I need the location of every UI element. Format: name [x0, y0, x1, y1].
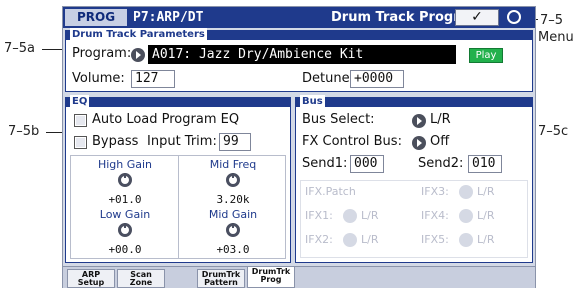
ifx-patch-group: IFX.Patch IFX3: L/R IFX1: L/R IFX4: L/R … — [300, 180, 528, 258]
play-button[interactable]: Play — [469, 48, 503, 63]
drum-track-leader-line — [42, 49, 64, 50]
tab-label-line2: Setup — [77, 278, 105, 287]
low-gain-control[interactable]: Low Gain +00.0 — [71, 208, 179, 258]
ifx4-label: IFX4: — [421, 209, 449, 222]
volume-field[interactable]: 127 — [131, 70, 175, 88]
ifx2-select-icon — [343, 233, 357, 247]
program-field[interactable]: A017: Jazz Dry/Ambience Kit — [148, 45, 456, 64]
drum-track-panel-header: Drum Track Parameters — [66, 28, 532, 41]
tab-label-line2: Prog — [260, 275, 282, 284]
bypass-label: Bypass — [92, 134, 139, 149]
send2-label: Send2: — [418, 156, 464, 171]
input-trim-field[interactable]: 99 — [219, 133, 251, 151]
eq-panel-header: EQ — [66, 95, 290, 108]
mid-gain-label: Mid Gain — [208, 208, 258, 221]
ifx5-select-icon — [459, 233, 473, 247]
auto-load-eq-label: Auto Load Program EQ — [92, 112, 240, 127]
title-bar: PROG P7:ARP/DT Drum Track Program ✓ — [63, 7, 535, 28]
low-gain-knob-icon[interactable] — [118, 223, 132, 237]
detune-label: Detune: — [302, 71, 354, 86]
tab-label-line2: Pattern — [204, 278, 238, 287]
bypass-checkbox[interactable] — [74, 136, 87, 149]
tab-drumtrk-pattern[interactable]: DrumTrk Pattern — [197, 269, 245, 288]
bus-panel: Bus Bus Select: L/R FX Control Bus: Off … — [295, 95, 533, 263]
send1-label: Send1: — [302, 156, 348, 171]
drum-track-ref-label: 7–5a — [4, 41, 36, 56]
chevron-down-icon: ✓ — [471, 9, 483, 25]
touch-screen: PROG P7:ARP/DT Drum Track Program ✓ Drum… — [62, 6, 536, 288]
ifx3-select-icon — [459, 185, 473, 199]
ifx3-value: L/R — [477, 185, 495, 198]
mid-freq-label: Mid Freq — [209, 158, 257, 171]
tab-scan-zone[interactable]: Scan Zone — [117, 269, 165, 288]
eq-section-label: EQ — [70, 95, 90, 108]
eq-ref-label: 7–5b — [8, 124, 40, 139]
bus-section-label: Bus — [300, 95, 325, 108]
ifx1-select-icon — [343, 209, 357, 223]
high-gain-label: High Gain — [97, 158, 153, 171]
fx-control-bus-value[interactable]: Off — [430, 134, 449, 149]
program-label: Program: — [72, 46, 132, 61]
high-gain-control[interactable]: High Gain +01.0 — [71, 158, 179, 208]
bus-ref-label: 7–5c — [538, 124, 569, 139]
tab-arp-setup[interactable]: ARP Setup — [67, 269, 115, 288]
mode-indicator[interactable]: PROG — [65, 9, 127, 26]
bus-select-arrow-icon[interactable] — [412, 114, 426, 128]
eq-panel: EQ Auto Load Program EQ Bypass Input Tri… — [65, 95, 291, 263]
ifx-patch-label: IFX.Patch — [305, 185, 356, 198]
volume-label: Volume: — [72, 71, 125, 86]
fx-control-bus-arrow-icon[interactable] — [412, 136, 426, 150]
page-name[interactable]: P7:ARP/DT — [133, 10, 203, 25]
ifx2-value: L/R — [361, 233, 379, 246]
eq-knob-grid: High Gain +01.0 Mid Freq 3.20k Low Gain … — [70, 155, 286, 259]
input-trim-label: Input Trim: — [147, 134, 217, 149]
ifx5-label: IFX5: — [421, 233, 449, 246]
ifx4-value: L/R — [477, 209, 495, 222]
drum-track-panel: Drum Track Parameters Program: A017: Jaz… — [65, 28, 533, 92]
mid-gain-value: +03.0 — [216, 243, 250, 256]
ifx5-value: L/R — [477, 233, 495, 246]
send1-field[interactable]: 000 — [350, 155, 384, 173]
menu-caption: Menu — [538, 30, 574, 45]
menu-ref-label: 7–5 — [540, 13, 564, 28]
bus-select-label: Bus Select: — [302, 112, 375, 127]
ifx1-label: IFX1: — [305, 209, 333, 222]
page-tab-bar: ARP Setup Scan Zone DrumTrk Pattern Drum… — [63, 266, 535, 288]
mid-gain-knob-icon[interactable] — [226, 223, 240, 237]
drum-track-section-label: Drum Track Parameters — [70, 28, 207, 41]
high-gain-knob-icon[interactable] — [118, 173, 132, 187]
high-gain-value: +01.0 — [108, 193, 142, 206]
ifx4-select-icon — [459, 209, 473, 223]
menu-ring-icon — [507, 10, 521, 24]
mid-freq-value: 3.20k — [216, 193, 250, 206]
tab-label-line2: Zone — [129, 278, 153, 287]
bus-select-value[interactable]: L/R — [430, 112, 451, 127]
detune-field[interactable]: +0000 — [350, 70, 404, 88]
page-menu-button[interactable]: ✓ — [455, 9, 499, 26]
tab-drumtrk-prog[interactable]: DrumTrk Prog — [247, 267, 295, 288]
mid-freq-control[interactable]: Mid Freq 3.20k — [179, 158, 287, 208]
mid-freq-knob-icon[interactable] — [226, 173, 240, 187]
ifx3-label: IFX3: — [421, 185, 449, 198]
program-select-arrow-icon[interactable] — [131, 48, 145, 62]
mid-gain-control[interactable]: Mid Gain +03.0 — [179, 208, 287, 258]
fx-control-bus-label: FX Control Bus: — [302, 134, 402, 149]
ifx2-label: IFX2: — [305, 233, 333, 246]
bus-panel-header: Bus — [296, 95, 532, 108]
send2-field[interactable]: 010 — [468, 155, 502, 173]
auto-load-eq-checkbox[interactable] — [74, 114, 87, 127]
low-gain-value: +00.0 — [108, 243, 142, 256]
ifx1-value: L/R — [361, 209, 379, 222]
low-gain-label: Low Gain — [99, 208, 151, 221]
